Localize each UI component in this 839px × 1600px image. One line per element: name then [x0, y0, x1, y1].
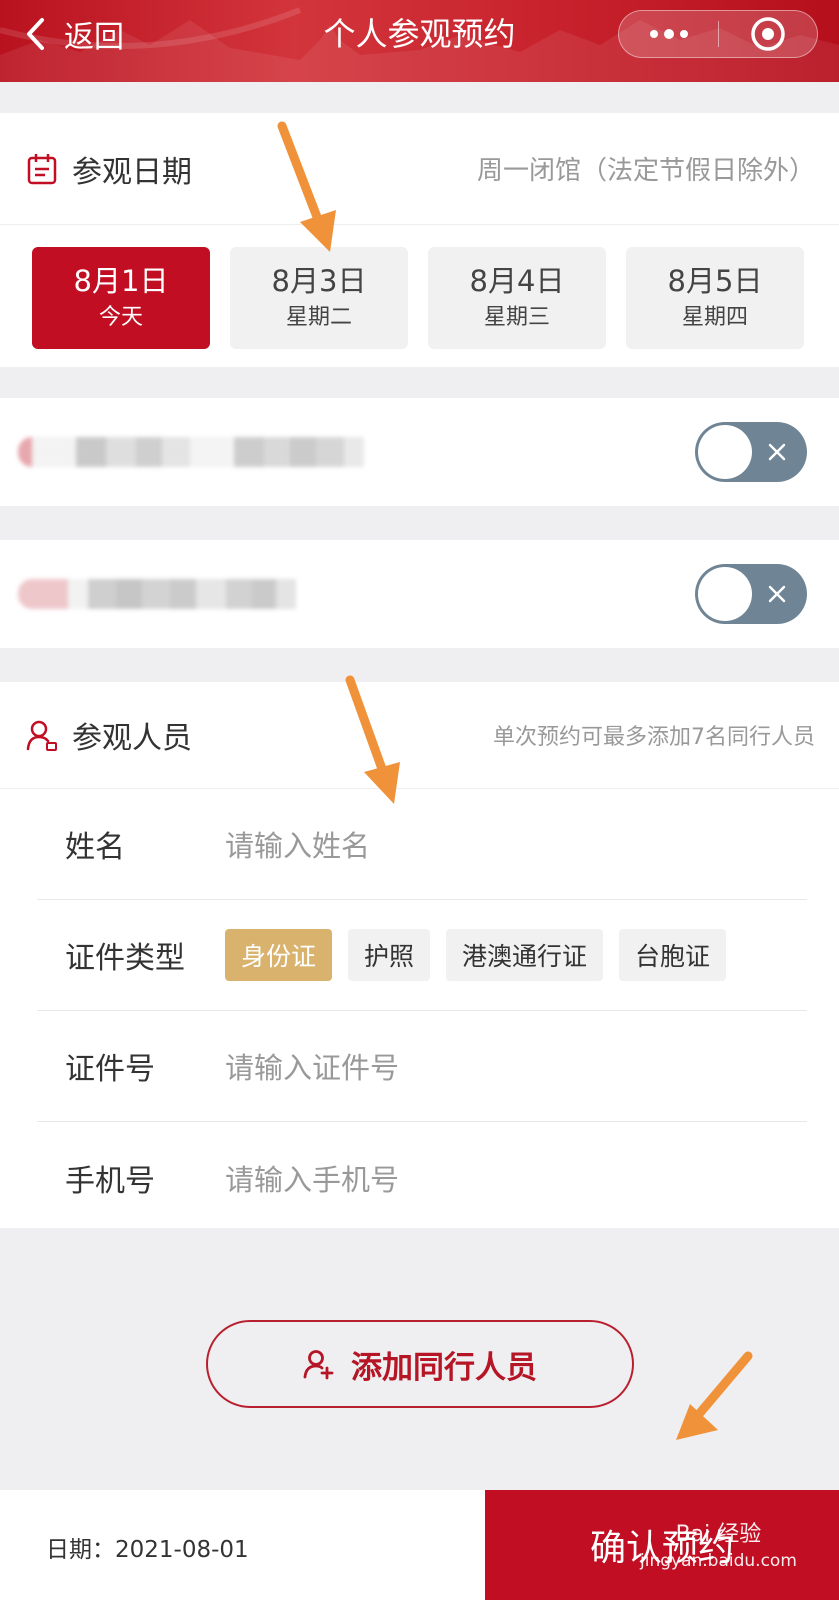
switch-knob: [698, 567, 752, 621]
option-toggle-row-2: [0, 540, 839, 648]
watermark-brand: Bai 经验: [675, 1522, 762, 1547]
name-label: 姓名: [65, 830, 125, 865]
date-label: 8月3日: [271, 264, 367, 298]
add-person-icon: [303, 1350, 334, 1380]
selected-date-text: 日期：2021-08-01: [46, 1537, 249, 1563]
name-field[interactable]: 姓名 请输入姓名: [37, 789, 807, 900]
visitors-section: 参观人员 单次预约可最多添加7名同行人员 姓名 请输入姓名 证件类型 身份证 护…: [0, 682, 839, 1228]
visitors-title: 参观人员: [72, 721, 192, 756]
add-companion-button[interactable]: 添加同行人员: [206, 1320, 634, 1408]
weekday-label: 星期三: [483, 305, 550, 330]
blurred-option-label: [18, 437, 364, 467]
date-option-aug4[interactable]: 8月4日 星期三: [428, 247, 606, 349]
phone-input[interactable]: 请输入手机号: [225, 1157, 399, 1199]
id-number-label: 证件号: [65, 1052, 155, 1087]
id-type-options: 身份证 护照 港澳通行证 台胞证: [225, 929, 727, 981]
weekday-label: 星期二: [285, 305, 352, 330]
id-type-field: 证件类型 身份证 护照 港澳通行证 台胞证: [37, 900, 807, 1011]
closed-monday-hint: 周一闭馆（法定节假日除外）: [476, 156, 815, 186]
option-toggle-row-1: [0, 398, 839, 506]
visit-date-header: 参观日期 周一闭馆（法定节假日除外）: [0, 113, 839, 225]
close-icon: [768, 443, 786, 461]
more-menu-button[interactable]: [619, 11, 718, 57]
target-close-icon: [751, 17, 785, 51]
date-label: 8月4日: [469, 264, 565, 298]
person-icon: [24, 717, 60, 753]
mini-program-capsule: [618, 10, 818, 58]
option-switch-2[interactable]: [695, 564, 807, 624]
date-option-aug5[interactable]: 8月5日 星期四: [626, 247, 804, 349]
nav-header: 返回 个人参观预约: [0, 0, 839, 82]
blurred-option-label: [18, 579, 296, 609]
date-options: 8月1日 今天 8月3日 星期二 8月4日 星期三 8月5日 星期四: [0, 225, 839, 349]
phone-label: 手机号: [65, 1163, 155, 1199]
id-number-input[interactable]: 请输入证件号: [225, 1045, 399, 1087]
watermark-url: jingyan.baidu.com: [640, 1551, 797, 1571]
date-option-aug3[interactable]: 8月3日 星期二: [230, 247, 408, 349]
close-mini-program-button[interactable]: [719, 11, 817, 57]
weekday-label: 今天: [98, 305, 143, 330]
switch-knob: [698, 425, 752, 479]
id-type-label: 证件类型: [65, 941, 185, 976]
more-dots-icon: [649, 30, 658, 38]
option-switch-1[interactable]: [695, 422, 807, 482]
id-type-passport[interactable]: 护照: [348, 929, 431, 981]
date-label: 8月5日: [667, 264, 763, 298]
weekday-label: 星期四: [681, 305, 748, 330]
name-input[interactable]: 请输入姓名: [225, 823, 370, 865]
annotation-arrow-down-icon: [345, 675, 400, 804]
id-number-field[interactable]: 证件号 请输入证件号: [37, 1011, 807, 1122]
id-type-hk-macau-permit[interactable]: 港澳通行证: [446, 929, 604, 981]
date-option-aug1[interactable]: 8月1日 今天: [32, 247, 210, 349]
date-label: 8月1日: [73, 264, 169, 298]
visit-date-section: 参观日期 周一闭馆（法定节假日除外） 8月1日 今天 8月3日 星期二 8月4日…: [0, 113, 839, 367]
id-type-taiwan-permit[interactable]: 台胞证: [619, 929, 727, 981]
annotation-arrow-down-icon: [277, 121, 336, 252]
close-icon: [768, 585, 786, 603]
max-companions-hint: 单次预约可最多添加7名同行人员: [493, 725, 815, 750]
visitors-header: 参观人员 单次预约可最多添加7名同行人员: [0, 682, 839, 789]
calendar-icon: [24, 151, 60, 187]
visit-date-title: 参观日期: [72, 154, 192, 190]
annotation-arrow-down-left-icon: [676, 1351, 753, 1440]
baidu-jingyan-watermark: Bai 经验 jingyan.baidu.com: [640, 1522, 797, 1574]
add-companion-label: 添加同行人员: [351, 1349, 537, 1386]
id-type-idcard[interactable]: 身份证: [225, 929, 333, 981]
phone-field[interactable]: 手机号 请输入手机号: [37, 1122, 807, 1233]
